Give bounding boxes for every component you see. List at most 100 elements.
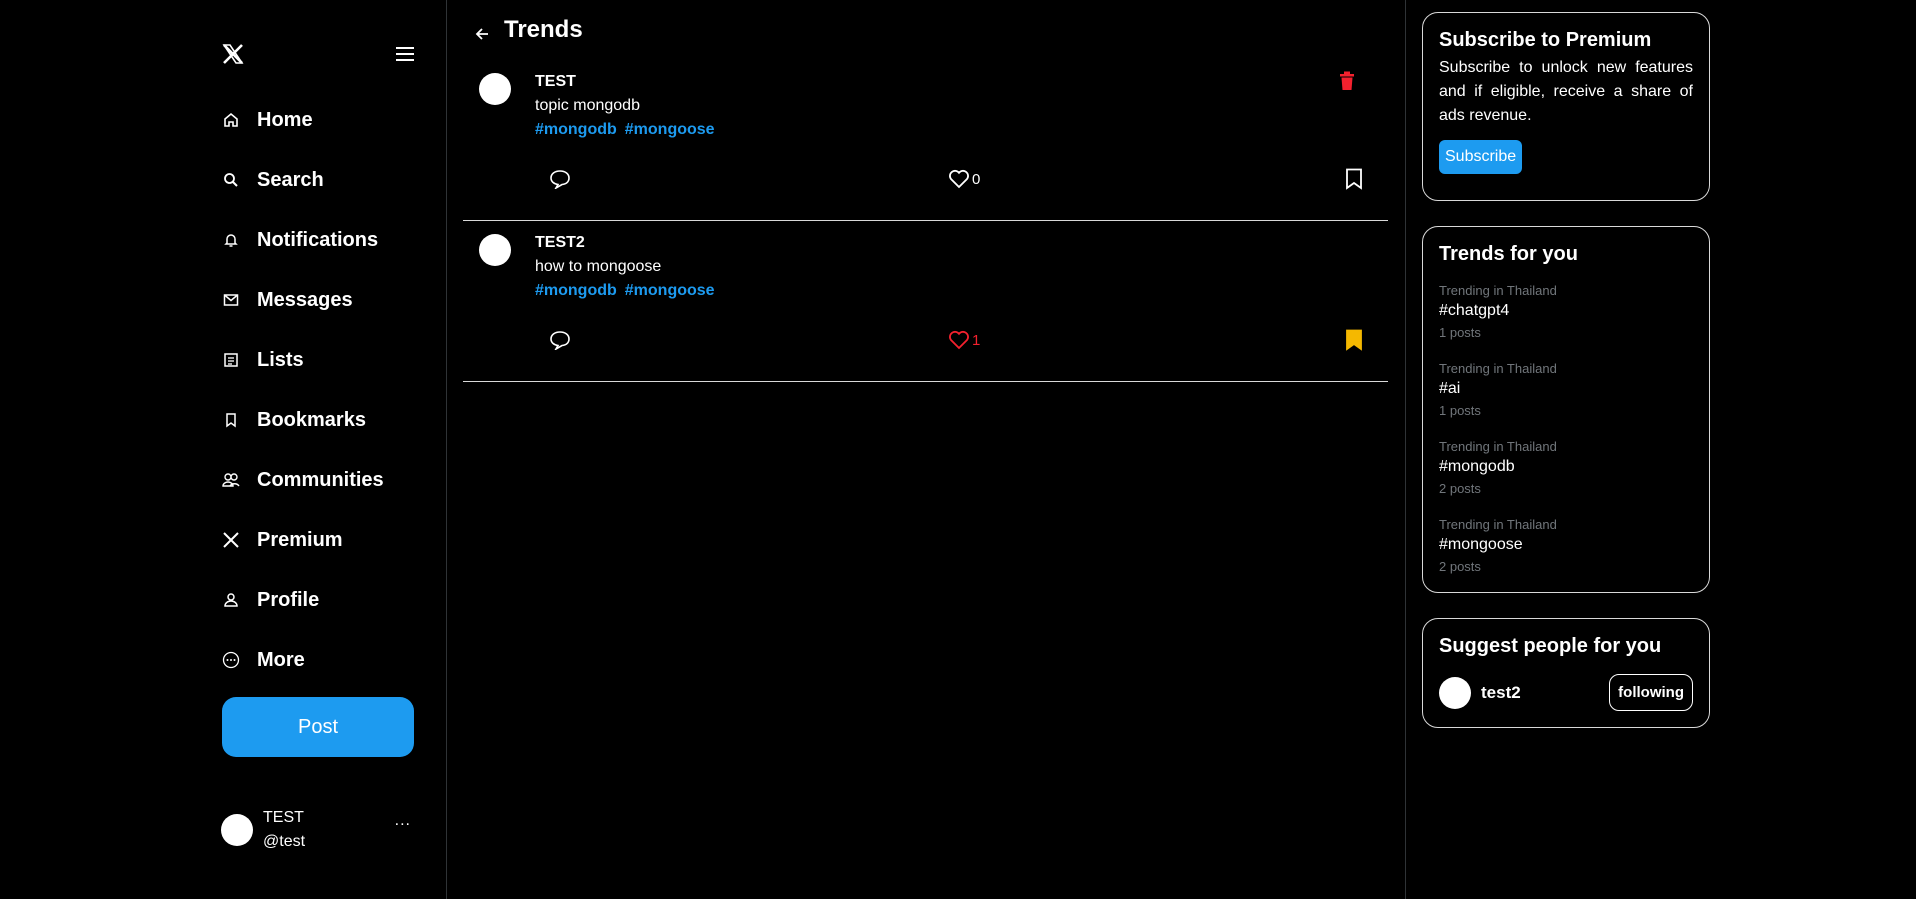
bookmark-icon [1346,168,1362,190]
bookmark-filled-icon [1346,329,1362,351]
sidebar: Home Search Notifications Messages Lists… [0,0,447,899]
bell-icon [221,230,241,250]
nav-messages[interactable]: Messages [221,270,384,330]
post-text: how to mongoose [535,258,662,275]
hashtag-link[interactable]: #mongodb [535,121,617,138]
following-button[interactable]: following [1609,674,1693,711]
nav-label: Lists [257,348,304,371]
bookmark-button[interactable] [1345,168,1363,190]
user-icon [221,590,241,610]
suggested-user-info[interactable]: test2 [1439,676,1521,709]
trend-item[interactable]: Trending in Thailand #mongoose 2 posts [1439,516,1693,578]
heart-icon [949,169,969,189]
comment-button[interactable] [549,169,571,189]
suggest-card: Suggest people for you test2 following [1422,618,1710,728]
post-hashtags: #mongodb #mongoose [535,282,723,300]
comment-icon [550,170,570,189]
main-column: Trends TEST topic mongodb #mongodb #mongo… [447,0,1406,899]
more-options-icon[interactable]: ... [395,812,411,830]
trend-count: 2 posts [1439,559,1481,574]
back-arrow-icon[interactable] [472,24,492,44]
trash-icon[interactable] [1338,71,1356,91]
premium-title: Subscribe to Premium [1439,29,1652,51]
list-icon [221,350,241,370]
trend-context: Trending in Thailand [1439,283,1557,298]
avatar[interactable] [479,234,511,266]
trend-tag: #chatgpt4 [1439,302,1510,319]
nav-premium[interactable]: Premium [221,510,384,570]
account-switcher[interactable]: TEST @test ... [221,806,411,854]
nav-home[interactable]: Home [221,90,384,150]
trend-context: Trending in Thailand [1439,517,1557,532]
nav-label: Communities [257,468,384,491]
suggested-user: test2 following [1439,674,1693,711]
nav-search[interactable]: Search [221,150,384,210]
premium-card: Subscribe to Premium Subscribe to unlock… [1422,12,1710,201]
bookmark-icon [221,410,241,430]
trends-title: Trends for you [1439,243,1578,265]
like-count: 0 [972,170,981,188]
nav-more[interactable]: More [221,630,384,690]
x-logo-icon [221,530,241,550]
page-header: Trends [472,16,583,44]
premium-body: Subscribe to unlock new features and if … [1439,59,1693,124]
trend-count: 1 posts [1439,325,1481,340]
nav-label: Premium [257,528,343,551]
x-logo-icon[interactable] [221,42,245,66]
trend-count: 2 posts [1439,481,1481,496]
nav-label: Home [257,108,313,131]
page-title: Trends [504,16,583,43]
nav-profile[interactable]: Profile [221,570,384,630]
nav-notifications[interactable]: Notifications [221,210,384,270]
account-info: TEST @test [263,806,305,854]
trend-count: 1 posts [1439,403,1481,418]
account-name: TEST [263,809,304,826]
home-icon [221,110,241,130]
like-button[interactable]: 0 [948,169,980,189]
post-text: topic mongodb [535,97,640,114]
suggested-username: test2 [1481,682,1521,702]
nav-label: Notifications [257,228,379,251]
nav-bookmarks[interactable]: Bookmarks [221,390,384,450]
search-icon [221,170,241,190]
hashtag-link[interactable]: #mongoose [625,121,715,138]
nav-label: Search [257,168,324,191]
nav-lists[interactable]: Lists [221,330,384,390]
trend-item[interactable]: Trending in Thailand #chatgpt4 1 posts [1439,282,1693,344]
post-item: TEST topic mongodb #mongodb #mongoose 0 [463,61,1388,221]
like-count: 1 [972,331,981,349]
subscribe-button[interactable]: Subscribe [1439,140,1523,174]
trends-card: Trends for you Trending in Thailand #cha… [1422,226,1710,593]
hashtag-link[interactable]: #mongoose [625,282,715,299]
trend-item[interactable]: Trending in Thailand #mongodb 2 posts [1439,438,1693,500]
trend-context: Trending in Thailand [1439,361,1557,376]
avatar[interactable] [479,73,511,105]
account-handle: @test [263,833,306,850]
nav-label: Bookmarks [257,408,366,431]
trend-context: Trending in Thailand [1439,439,1557,454]
trend-item[interactable]: Trending in Thailand #ai 1 posts [1439,360,1693,422]
avatar [221,814,253,846]
post-hashtags: #mongodb #mongoose [535,121,723,139]
post-username[interactable]: TEST [535,73,576,91]
suggest-title: Suggest people for you [1439,635,1662,657]
avatar [1439,676,1471,709]
post-item: TEST2 how to mongoose #mongodb #mongoose … [463,222,1388,382]
main-nav: Home Search Notifications Messages Lists… [221,90,384,690]
trend-tag: #ai [1439,380,1461,397]
post-username[interactable]: TEST2 [535,234,585,252]
more-circle-icon [221,650,241,670]
comment-icon [550,331,570,350]
hamburger-menu-icon[interactable] [396,46,414,62]
post-button[interactable]: Post [222,697,414,757]
right-sidebar: Subscribe to Premium Subscribe to unlock… [1422,12,1710,753]
nav-label: Messages [257,288,353,311]
bookmark-button[interactable] [1345,329,1363,351]
like-button[interactable]: 1 [948,330,980,350]
comment-button[interactable] [549,330,571,350]
nav-label: More [257,648,305,671]
people-icon [221,470,241,490]
nav-communities[interactable]: Communities [221,450,384,510]
hashtag-link[interactable]: #mongodb [535,282,617,299]
trend-tag: #mongodb [1439,458,1515,475]
